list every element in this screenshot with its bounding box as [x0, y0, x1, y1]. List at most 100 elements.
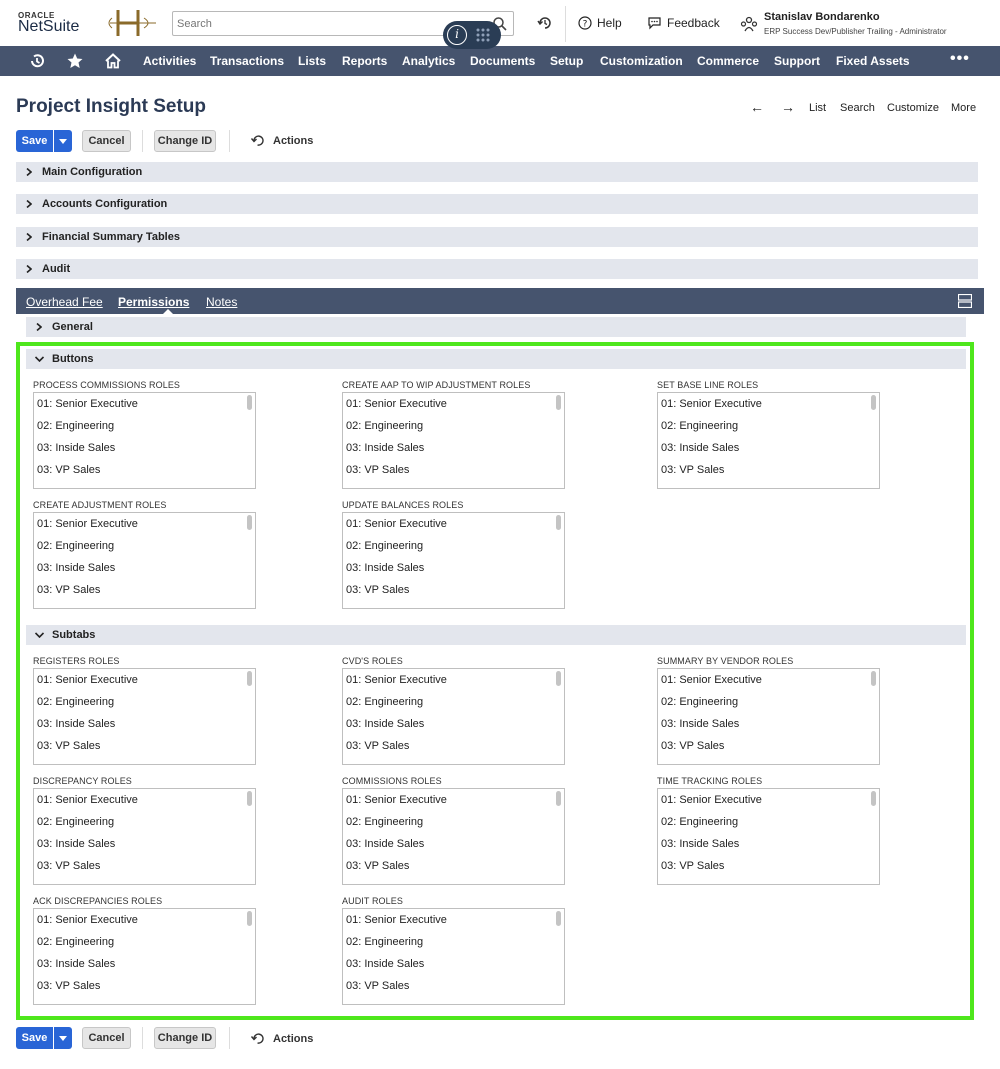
role-option[interactable]: 01: Senior Executive — [658, 669, 879, 691]
create-adjustment-roles-select[interactable]: 01: Senior Executive 02: Engineering 03:… — [33, 512, 256, 609]
save-button[interactable]: Save — [16, 130, 53, 152]
more-link[interactable]: More — [951, 102, 976, 114]
previous-record-arrow-icon[interactable]: ← — [750, 99, 764, 115]
section-accounts-configuration[interactable]: Accounts Configuration — [16, 194, 978, 214]
nav-support[interactable]: Support — [774, 54, 820, 68]
scrollbar-thumb[interactable] — [247, 791, 252, 806]
recent-records-icon[interactable] — [536, 14, 554, 32]
role-option[interactable]: 03: Inside Sales — [343, 437, 564, 459]
scrollbar-thumb[interactable] — [247, 395, 252, 410]
role-option[interactable]: 03: Inside Sales — [343, 833, 564, 855]
save-button[interactable]: Save — [16, 1027, 53, 1049]
nav-reports[interactable]: Reports — [342, 54, 387, 68]
role-option[interactable]: 03: Inside Sales — [343, 713, 564, 735]
cancel-button[interactable]: Cancel — [82, 1027, 131, 1049]
role-option[interactable]: 02: Engineering — [343, 931, 564, 953]
role-option[interactable]: 01: Senior Executive — [343, 393, 564, 415]
scrollbar-thumb[interactable] — [556, 671, 561, 686]
time-tracking-roles-select[interactable]: 01: Senior Executive 02: Engineering 03:… — [657, 788, 880, 885]
scrollbar-thumb[interactable] — [871, 395, 876, 410]
feedback-link[interactable]: Feedback — [647, 16, 720, 30]
role-option[interactable]: 03: Inside Sales — [34, 953, 255, 975]
role-option[interactable]: 02: Engineering — [658, 415, 879, 437]
role-option[interactable]: 03: VP Sales — [343, 459, 564, 481]
nav-commerce[interactable]: Commerce — [697, 54, 759, 68]
role-option[interactable]: 01: Senior Executive — [34, 513, 255, 535]
role-option[interactable]: 01: Senior Executive — [34, 393, 255, 415]
subsection-subtabs[interactable]: Subtabs — [26, 625, 966, 645]
role-option[interactable]: 03: Inside Sales — [658, 437, 879, 459]
netsuite-logo[interactable]: NetSuite — [18, 18, 79, 36]
role-option[interactable]: 02: Engineering — [34, 535, 255, 557]
search-link[interactable]: Search — [840, 102, 875, 114]
role-option[interactable]: 01: Senior Executive — [658, 393, 879, 415]
nav-lists[interactable]: Lists — [298, 54, 326, 68]
discrepancy-roles-select[interactable]: 01: Senior Executive 02: Engineering 03:… — [33, 788, 256, 885]
role-option[interactable]: 03: VP Sales — [34, 579, 255, 601]
role-option[interactable]: 03: VP Sales — [343, 855, 564, 877]
scrollbar-thumb[interactable] — [247, 911, 252, 926]
user-role[interactable]: ERP Success Dev/Publisher Trailing - Adm… — [764, 27, 947, 36]
role-option[interactable]: 03: VP Sales — [34, 459, 255, 481]
audit-roles-select[interactable]: 01: Senior Executive 02: Engineering 03:… — [342, 908, 565, 1005]
role-option[interactable]: 01: Senior Executive — [34, 909, 255, 931]
role-option[interactable]: 03: Inside Sales — [658, 713, 879, 735]
role-option[interactable]: 02: Engineering — [34, 691, 255, 713]
home-icon[interactable] — [104, 52, 122, 70]
tab-permissions[interactable]: Permissions — [118, 295, 189, 309]
nav-transactions[interactable]: Transactions — [210, 54, 284, 68]
role-option[interactable]: 02: Engineering — [34, 931, 255, 953]
scrollbar-thumb[interactable] — [247, 515, 252, 530]
nav-customization[interactable]: Customization — [600, 54, 683, 68]
star-icon[interactable] — [66, 52, 84, 70]
save-options-dropdown[interactable] — [54, 1027, 72, 1049]
cvds-roles-select[interactable]: 01: Senior Executive 02: Engineering 03:… — [342, 668, 565, 765]
role-option[interactable]: 02: Engineering — [343, 811, 564, 833]
nav-documents[interactable]: Documents — [470, 54, 535, 68]
role-option[interactable]: 03: VP Sales — [658, 459, 879, 481]
scrollbar-thumb[interactable] — [556, 515, 561, 530]
role-option[interactable]: 02: Engineering — [34, 811, 255, 833]
role-option[interactable]: 03: Inside Sales — [34, 437, 255, 459]
list-link[interactable]: List — [809, 102, 826, 114]
role-option[interactable]: 02: Engineering — [343, 415, 564, 437]
role-option[interactable]: 03: VP Sales — [34, 975, 255, 997]
role-option[interactable]: 03: Inside Sales — [34, 713, 255, 735]
create-aap-to-wip-roles-select[interactable]: 01: Senior Executive 02: Engineering 03:… — [342, 392, 565, 489]
role-option[interactable]: 01: Senior Executive — [343, 789, 564, 811]
role-option[interactable]: 01: Senior Executive — [34, 669, 255, 691]
next-record-arrow-icon[interactable]: → — [781, 99, 795, 115]
nav-activities[interactable]: Activities — [143, 54, 196, 68]
actions-menu[interactable]: Actions — [250, 1031, 313, 1046]
role-option[interactable]: 03: VP Sales — [343, 975, 564, 997]
change-id-button[interactable]: Change ID — [154, 1027, 216, 1049]
info-widget[interactable]: i — [443, 21, 501, 49]
scrollbar-thumb[interactable] — [556, 395, 561, 410]
change-id-button[interactable]: Change ID — [154, 130, 216, 152]
tab-notes[interactable]: Notes — [206, 295, 237, 309]
section-audit[interactable]: Audit — [16, 259, 978, 279]
cancel-button[interactable]: Cancel — [82, 130, 131, 152]
nav-setup[interactable]: Setup — [550, 54, 583, 68]
role-option[interactable]: 01: Senior Executive — [34, 789, 255, 811]
nav-more-menu[interactable]: ••• — [950, 50, 970, 68]
role-option[interactable]: 03: Inside Sales — [34, 833, 255, 855]
role-option[interactable]: 03: Inside Sales — [343, 953, 564, 975]
update-balances-roles-select[interactable]: 01: Senior Executive 02: Engineering 03:… — [342, 512, 565, 609]
grid-icon[interactable] — [475, 27, 491, 43]
role-option[interactable]: 03: VP Sales — [658, 855, 879, 877]
role-option[interactable]: 02: Engineering — [343, 535, 564, 557]
role-option[interactable]: 03: Inside Sales — [34, 557, 255, 579]
role-option[interactable]: 02: Engineering — [658, 811, 879, 833]
user-name[interactable]: Stanislav Bondarenko — [764, 11, 880, 23]
role-option[interactable]: 02: Engineering — [343, 691, 564, 713]
clock-icon[interactable] — [28, 52, 46, 70]
user-roles-icon[interactable] — [740, 15, 758, 33]
scrollbar-thumb[interactable] — [556, 911, 561, 926]
ack-discrepancies-roles-select[interactable]: 01: Senior Executive 02: Engineering 03:… — [33, 908, 256, 1005]
search-input[interactable] — [173, 12, 473, 35]
process-commissions-roles-select[interactable]: 01: Senior Executive 02: Engineering 03:… — [33, 392, 256, 489]
role-option[interactable]: 03: VP Sales — [34, 855, 255, 877]
actions-menu[interactable]: Actions — [250, 133, 313, 148]
help-link[interactable]: ? Help — [578, 16, 622, 30]
